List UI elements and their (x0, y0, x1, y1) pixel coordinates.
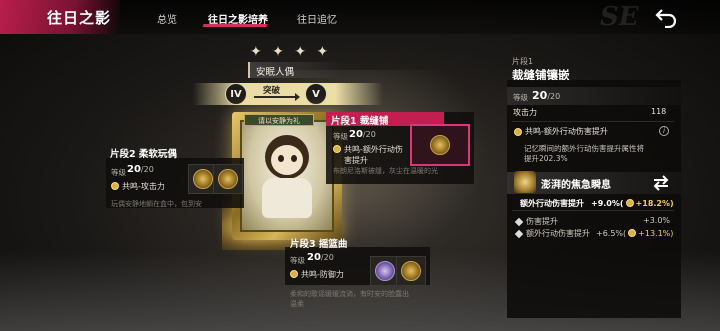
gear-icon (193, 169, 213, 189)
gear-icon (401, 261, 421, 281)
tab-overview[interactable]: 总览 (157, 11, 177, 26)
line-1-label: 伤害提升 (526, 217, 558, 226)
doll-body (262, 178, 312, 218)
burst-skill-icon (514, 171, 536, 193)
coin-icon (290, 270, 298, 278)
arrow-right-icon (254, 93, 300, 101)
breakthrough-bar (193, 83, 383, 105)
coin-icon (514, 128, 522, 136)
gear-icon (430, 135, 450, 155)
line-2-label: 额外行动伤害提升 (526, 229, 590, 238)
segment-1-title: 片段1 裁缝铺 (331, 116, 389, 127)
character-name: 安眠人偶 (256, 67, 295, 78)
segment-3-title: 片段3 摇篮曲 (290, 239, 348, 250)
segment-3-stat: 共鸣-防御力 (301, 270, 344, 279)
swap-icon[interactable] (652, 175, 670, 191)
segment-1-level-label: 等级 (333, 132, 348, 141)
page-title: 往日之影 (47, 9, 112, 27)
rank-current: IV (225, 83, 247, 105)
coin-icon (333, 145, 341, 153)
watermark: SE (600, 2, 639, 32)
tab-memories[interactable]: 往日追忆 (297, 11, 337, 26)
divider (512, 210, 674, 211)
doll-eye-right (291, 155, 297, 162)
segment-3-desc-2: 温柔 (290, 300, 304, 308)
back-icon[interactable] (654, 6, 678, 29)
burst-main-value: +9.0%(+18.2%) (591, 199, 674, 208)
divider (512, 121, 674, 122)
segment-2-stat: 共鸣-攻击力 (122, 182, 165, 191)
line-1-value: +3.0% (643, 216, 671, 225)
doll-face (271, 145, 303, 175)
resonance-desc-2: 提升202.3% (524, 154, 568, 163)
segment-3-level: 20/20 (307, 252, 334, 263)
attack-value: 118 (651, 107, 667, 116)
segment-1-level: 20/20 (349, 129, 376, 140)
resonance-name: 共鸣-额外行动伤害提升 (525, 127, 608, 136)
segment-2-level: 20/20 (127, 164, 154, 175)
segment-1-stat: 共鸣-额外行动伤害提升 (344, 145, 403, 165)
attack-label: 攻击力 (513, 108, 537, 117)
segment-2-title: 片段2 柔软玩偶 (110, 149, 177, 160)
doll-eye-left (278, 155, 284, 162)
segment-3-level-label: 等级 (290, 256, 305, 265)
rank-next: V (305, 83, 327, 105)
segment-1-desc: 布朗尼洛斯被缝，灰尘在温暖的光 (333, 167, 438, 175)
portrait-tag: 请以安静为礼 (244, 114, 314, 126)
line-2-value: +6.5%(+13.1%) (596, 229, 674, 238)
gear-icon (218, 169, 238, 189)
breakthrough-label: 突破 (263, 86, 281, 96)
segment-3-desc: 柔和的歌谣缓缓流淌，有时安的脸露出 (290, 290, 409, 298)
burst-main-label: 额外行动伤害提升 (520, 199, 584, 208)
gear-icon (375, 261, 395, 281)
panel-level-label: 等级 (513, 93, 528, 102)
segment-2-desc: 玩偶安静地躺在盒中，包到安 (111, 200, 202, 208)
rarity-stars: ✦ ✦ ✦ ✦ (250, 44, 332, 60)
panel-subtitle: 片段1 (512, 57, 534, 66)
burst-title: 澎湃的焦急瞬息 (541, 180, 611, 191)
coin-icon (111, 182, 119, 190)
segment-2-level-label: 等级 (111, 168, 126, 177)
panel-level: 20/20 (532, 89, 561, 102)
info-icon[interactable]: i (659, 126, 669, 136)
active-tab-indicator (202, 24, 268, 27)
